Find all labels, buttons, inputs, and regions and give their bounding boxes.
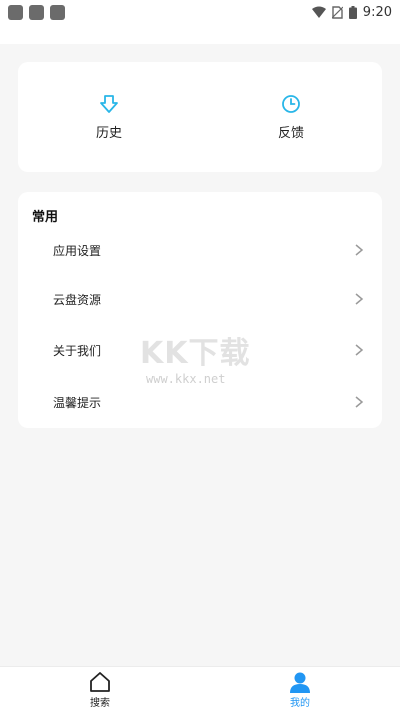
feedback-label: 反馈: [277, 125, 304, 141]
nav-tab-label: 我的: [290, 697, 310, 709]
chevron-right-icon: [355, 396, 364, 408]
chevron-right-icon: [355, 344, 364, 356]
clock-icon: [282, 94, 300, 113]
menu-item-label: 云盘资源: [53, 292, 102, 307]
quick-actions-card: 历史 反馈: [18, 62, 382, 172]
battery-icon: [348, 5, 357, 19]
menu-item-app-settings[interactable]: 应用设置: [18, 230, 382, 270]
notification-icon: [50, 4, 65, 20]
user-icon: [290, 672, 310, 693]
common-section-card: 常用 应用设置 云盘资源 关于我们 温馨提示: [18, 192, 382, 428]
status-bar: 9:20: [0, 0, 400, 24]
no-sim-icon: [331, 5, 343, 19]
nav-tab-label: 搜索: [90, 697, 110, 709]
top-app-bar: [0, 24, 400, 44]
menu-item-cloud-resources[interactable]: 云盘资源: [18, 279, 382, 319]
feedback-button[interactable]: 反馈: [200, 62, 382, 172]
notification-icons: [8, 4, 65, 20]
menu-item-label: 温馨提示: [53, 395, 102, 410]
nav-tab-search[interactable]: 搜索: [0, 667, 200, 712]
menu-item-label: 关于我们: [53, 343, 102, 358]
bottom-navigation: 搜索 我的: [0, 666, 400, 712]
section-title: 常用: [32, 210, 59, 225]
history-button[interactable]: 历史: [18, 62, 200, 172]
history-label: 历史: [95, 125, 122, 141]
notification-icon: [29, 4, 44, 20]
menu-item-about-us[interactable]: 关于我们: [18, 330, 382, 370]
chevron-right-icon: [355, 293, 364, 305]
status-time: 9:20: [362, 4, 392, 20]
menu-item-label: 应用设置: [53, 243, 102, 258]
download-arrow-icon: [100, 94, 118, 113]
wifi-icon: [311, 6, 326, 18]
menu-item-tips[interactable]: 温馨提示: [18, 382, 382, 422]
chevron-right-icon: [355, 244, 364, 256]
notification-icon: [8, 4, 23, 20]
nav-tab-mine[interactable]: 我的: [200, 667, 400, 712]
home-icon: [90, 671, 110, 692]
